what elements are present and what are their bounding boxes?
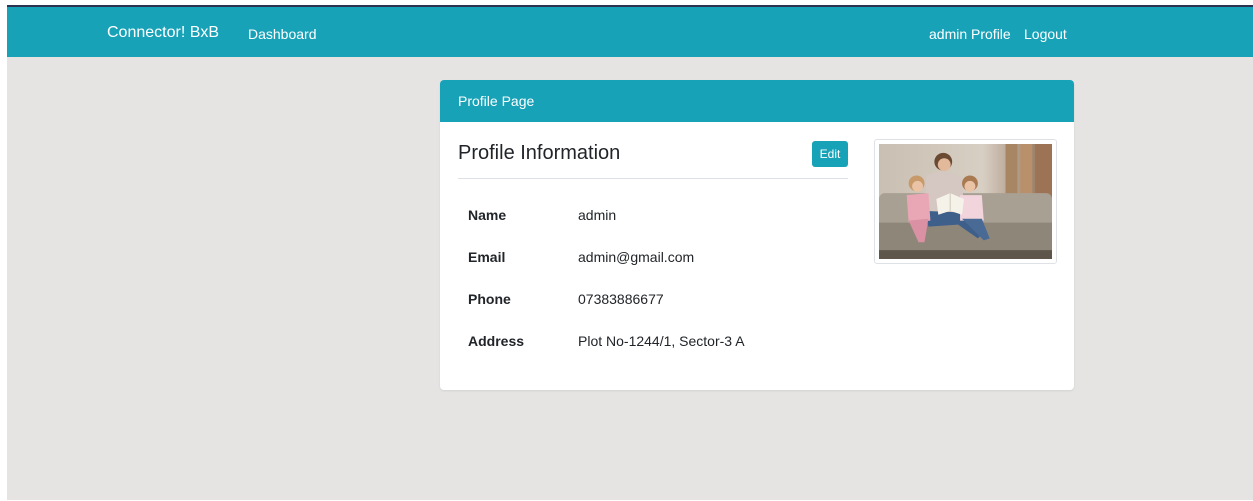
edit-button[interactable]: Edit (812, 141, 848, 167)
nav-dashboard-link[interactable]: Dashboard (248, 26, 317, 42)
info-label: Name (468, 207, 507, 223)
top-navbar: Connector! BxB Dashboard admin Profile L… (7, 7, 1253, 57)
info-label: Phone (468, 291, 511, 307)
card-header: Profile Page (440, 80, 1074, 122)
window-top-edge (7, 5, 1253, 7)
info-value: Plot No-1244/1, Sector-3 A (578, 333, 745, 349)
profile-photo-frame (874, 139, 1057, 264)
info-value: admin@gmail.com (578, 249, 695, 265)
nav-logout-link[interactable]: Logout (1024, 26, 1067, 42)
profile-card: Profile Page Profile Information Edit Na… (440, 80, 1074, 390)
family-reading-photo-icon (879, 144, 1052, 259)
nav-profile-link[interactable]: admin Profile (929, 26, 1011, 42)
info-label: Email (468, 249, 506, 265)
info-value: admin (578, 207, 617, 223)
section-title: Profile Information (458, 142, 621, 164)
divider (458, 178, 848, 179)
brand-link[interactable]: Connector! BxB (107, 24, 219, 42)
info-label: Address (468, 333, 525, 349)
info-value: 07383886677 (578, 291, 664, 307)
